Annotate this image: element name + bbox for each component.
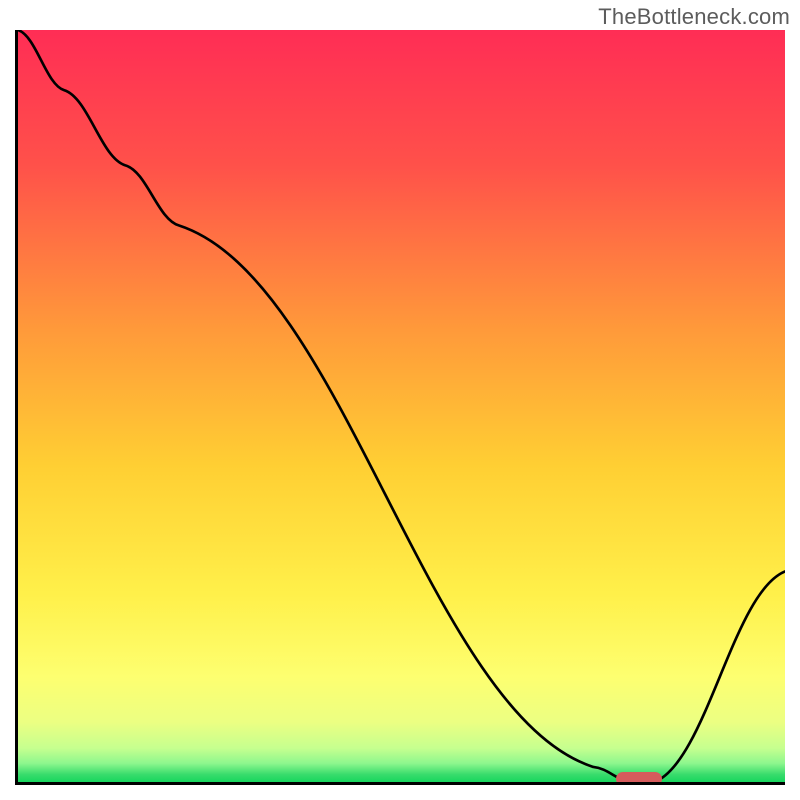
optimum-marker [616,772,662,785]
bottleneck-chart [15,30,785,785]
bottleneck-curve [18,30,785,782]
watermark-label: TheBottleneck.com [598,4,790,30]
